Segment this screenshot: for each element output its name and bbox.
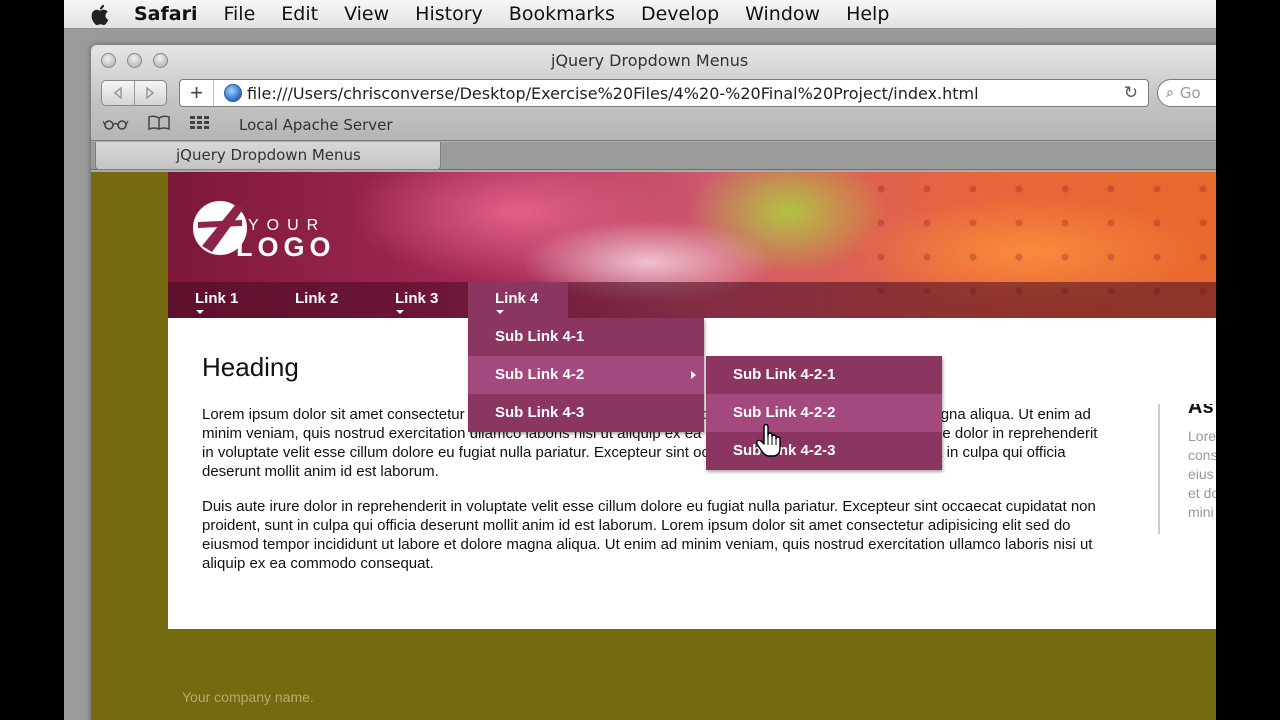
reload-icon[interactable]: ↻ (1124, 83, 1138, 103)
submenu-item-4-2-1[interactable]: Sub Link 4-2-1 (706, 356, 942, 394)
submenu-item-4-2[interactable]: Sub Link 4-2 (468, 356, 704, 394)
aside-line: eius (1188, 466, 1214, 482)
sidebar-aside: As Lore cons eius et do mini (1158, 404, 1216, 534)
nav-link-4[interactable]: Link 4 (468, 282, 568, 318)
menu-file[interactable]: File (223, 3, 255, 25)
caret-down-icon (496, 310, 504, 314)
search-icon: ⌕ (1166, 85, 1174, 101)
nav-link-1[interactable]: Link 1 (168, 282, 268, 318)
globe-icon (224, 84, 242, 102)
menu-window[interactable]: Window (745, 3, 820, 25)
menu-develop[interactable]: Develop (641, 3, 719, 25)
submenu-item-4-2-3[interactable]: Sub Link 4-2-3 (706, 432, 942, 470)
aside-line: Lore (1188, 428, 1216, 444)
desktop: Safari File Edit View History Bookmarks … (64, 0, 1216, 720)
url-text[interactable]: file:///Users/chrisconverse/Desktop/Exer… (247, 84, 979, 103)
safari-window: jQuery Dropdown Menus + file:///Users/ch… (91, 45, 1216, 720)
nav-link-label: Link 4 (495, 290, 539, 307)
aside-line: et do (1188, 485, 1216, 501)
forward-icon (146, 87, 155, 99)
chevron-right-icon (691, 371, 696, 379)
nav-link-label: Link 1 (195, 290, 239, 307)
letterbox-left (0, 0, 64, 720)
bookmarks-book-icon[interactable] (147, 115, 171, 135)
back-button[interactable] (102, 81, 134, 105)
submenu-link-4-2: Sub Link 4-2-1 Sub Link 4-2-2 Sub Link 4… (706, 356, 942, 470)
reading-list-icon[interactable] (102, 116, 129, 134)
main-nav: Link 1 Link 2 Link 3 Link 4 (168, 282, 1216, 318)
submenu-item-label: Sub Link 4-2 (495, 366, 585, 383)
aside-line: cons (1188, 447, 1216, 463)
submenu-item-4-1[interactable]: Sub Link 4-1 (468, 318, 704, 356)
menu-help[interactable]: Help (846, 3, 889, 25)
aside-title: As (1188, 404, 1214, 418)
nav-link-2[interactable]: Link 2 (268, 282, 368, 318)
paragraph-2: Duis aute irure dolor in reprehenderit i… (202, 498, 1096, 572)
menu-history[interactable]: History (415, 3, 483, 25)
mac-menubar: Safari File Edit View History Bookmarks … (64, 0, 1216, 29)
menu-app-safari[interactable]: Safari (134, 3, 197, 25)
letterbox-right (1216, 0, 1280, 720)
caret-down-icon (196, 310, 204, 314)
apple-logo-icon[interactable] (90, 3, 112, 26)
logo-text-logo: LOGO (236, 232, 336, 260)
back-forward-buttons (101, 80, 167, 106)
caret-down-icon (396, 310, 404, 314)
bookmark-local-apache-server[interactable]: Local Apache Server (239, 116, 393, 134)
nav-link-label: Link 2 (295, 290, 339, 307)
browser-toolbar: jQuery Dropdown Menus + file:///Users/ch… (91, 45, 1216, 141)
back-icon (113, 87, 122, 99)
submenu-item-4-3[interactable]: Sub Link 4-3 (468, 394, 704, 432)
nav-link-3[interactable]: Link 3 (368, 282, 468, 318)
tab-jquery-dropdown-menus[interactable]: jQuery Dropdown Menus (95, 142, 441, 170)
search-field[interactable]: ⌕ Go (1157, 79, 1216, 107)
hand-cursor-icon (756, 423, 781, 457)
header-banner: YOUR LOGO Link 1 Link 2 Link 3 Link 4 (168, 172, 1216, 318)
aside-line: mini (1188, 504, 1214, 520)
forward-button[interactable] (133, 81, 167, 105)
bookmarks-bar: Local Apache Server (102, 115, 393, 135)
add-bookmark-button[interactable]: + (180, 80, 214, 106)
menu-edit[interactable]: Edit (281, 3, 318, 25)
nav-link-label: Link 3 (395, 290, 439, 307)
menu-view[interactable]: View (344, 3, 389, 25)
site-logo[interactable]: YOUR LOGO (192, 196, 342, 262)
menu-bookmarks[interactable]: Bookmarks (509, 3, 615, 25)
tab-bar: jQuery Dropdown Menus (91, 142, 1216, 170)
site-container: YOUR LOGO Link 1 Link 2 Link 3 Link 4 He… (168, 172, 1216, 629)
submenu-item-4-2-2[interactable]: Sub Link 4-2-2 (706, 394, 942, 432)
page-viewport: YOUR LOGO Link 1 Link 2 Link 3 Link 4 He… (91, 172, 1216, 720)
top-sites-grid-icon[interactable] (189, 115, 211, 135)
submenu-link-4: Sub Link 4-1 Sub Link 4-2 Sub Link 4-3 (468, 318, 704, 432)
window-title: jQuery Dropdown Menus (551, 51, 749, 70)
footer-company-name: Your company name. (182, 689, 314, 705)
search-placeholder: Go (1179, 84, 1201, 102)
address-bar[interactable]: + file:///Users/chrisconverse/Desktop/Ex… (179, 79, 1149, 107)
add-icon: + (190, 80, 203, 105)
